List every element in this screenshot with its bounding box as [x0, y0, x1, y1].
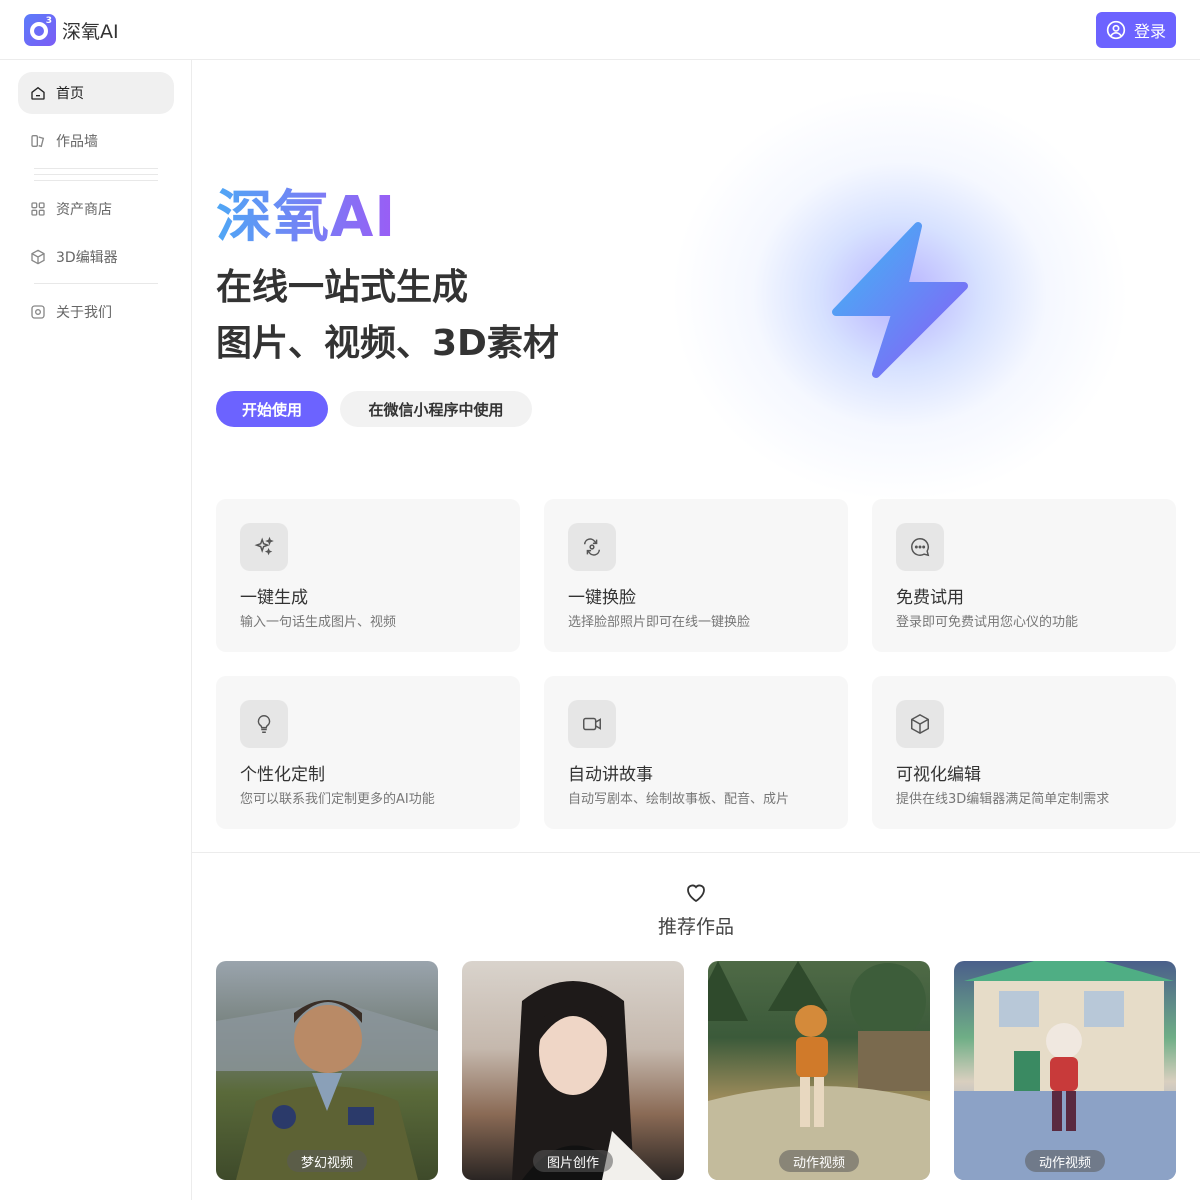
- work-card[interactable]: 动作视频: [954, 961, 1176, 1180]
- sidebar-item-label: 首页: [56, 86, 84, 102]
- login-label: 登录: [1133, 22, 1166, 41]
- feature-card-generate[interactable]: 一键生成 输入一句话生成图片、视频: [216, 499, 520, 652]
- work-thumbnail: [512, 981, 662, 1180]
- brand-logo[interactable]: 3 深氧AI: [24, 14, 119, 46]
- section-divider: [192, 852, 1200, 853]
- sidebar-item-label: 3D编辑器: [56, 250, 118, 266]
- feature-title: 一键生成: [240, 588, 308, 608]
- login-button[interactable]: 登录: [1096, 12, 1176, 48]
- feature-desc: 选择脸部照片即可在线一键换脸: [568, 615, 751, 630]
- sidebar-item-home[interactable]: 首页: [18, 72, 174, 114]
- work-card[interactable]: 梦幻视频: [216, 961, 438, 1180]
- wechat-miniprogram-button[interactable]: 在微信小程序中使用: [340, 391, 532, 427]
- work-card[interactable]: 动作视频: [708, 961, 930, 1180]
- work-tag: 动作视频: [1024, 1150, 1106, 1172]
- heart-icon: [687, 884, 705, 903]
- feature-title: 个性化定制: [240, 765, 325, 785]
- sidebar-item-label: 作品墙: [56, 134, 98, 150]
- feature-title: 一键换脸: [568, 588, 636, 608]
- feature-desc: 您可以联系我们定制更多的AI功能: [240, 792, 435, 807]
- feature-card-free-trial[interactable]: 免费试用 登录即可免费试用您心仪的功能: [872, 499, 1176, 652]
- recommended-title: 推荐作品: [657, 916, 734, 938]
- feature-card-customize[interactable]: 个性化定制 您可以联系我们定制更多的AI功能: [216, 676, 520, 829]
- work-tag: 动作视频: [778, 1150, 860, 1172]
- lightbulb-icon: [240, 700, 288, 748]
- chat-icon: [896, 523, 944, 571]
- feature-desc: 提供在线3D编辑器满足简单定制需求: [896, 792, 1110, 807]
- gallery-icon: [31, 135, 45, 148]
- feature-title: 免费试用: [896, 588, 964, 608]
- grid-icon: [31, 202, 45, 216]
- user-circle-icon: [1106, 20, 1126, 40]
- feature-card-faceswap[interactable]: 一键换脸 选择脸部照片即可在线一键换脸: [544, 499, 848, 652]
- feature-title: 自动讲故事: [568, 765, 653, 785]
- hero-title: 深氧AI: [216, 172, 396, 253]
- swap-icon: [568, 523, 616, 571]
- feature-desc: 登录即可免费试用您心仪的功能: [896, 615, 1079, 630]
- sidebar-item-3d-editor[interactable]: 3D编辑器: [18, 236, 174, 278]
- hero-headline-1: 在线一站式生成: [216, 267, 469, 308]
- cube-icon: [896, 700, 944, 748]
- work-tag: 图片创作: [532, 1150, 614, 1172]
- sidebar-item-label: 关于我们: [56, 305, 112, 321]
- home-icon: [31, 86, 45, 100]
- hero-headline-2: 图片、视频、3D素材: [216, 323, 559, 364]
- feature-desc: 自动写剧本、绘制故事板、配音、成片: [568, 792, 790, 807]
- sidebar-divider: [34, 168, 158, 169]
- feature-title: 可视化编辑: [896, 765, 981, 785]
- work-tag: 梦幻视频: [286, 1150, 368, 1172]
- sidebar-divider: [34, 180, 158, 181]
- work-thumbnail: [954, 961, 1176, 1180]
- work-thumbnail: [216, 1000, 438, 1180]
- cube-icon: [31, 249, 45, 265]
- sidebar-item-label: 资产商店: [56, 202, 112, 218]
- feature-desc: 输入一句话生成图片、视频: [240, 615, 397, 630]
- logo-icon: 3: [24, 14, 56, 46]
- sidebar: 首页 作品墙 资产商店 3D编辑器 关于我们: [0, 60, 192, 1200]
- info-icon: [31, 305, 45, 319]
- sparkles-icon: [240, 523, 288, 571]
- sidebar-item-about[interactable]: 关于我们: [18, 291, 174, 333]
- work-card[interactable]: 图片创作: [462, 961, 684, 1180]
- video-icon: [568, 700, 616, 748]
- sidebar-divider: [34, 283, 158, 284]
- feature-card-visual-editor[interactable]: 可视化编辑 提供在线3D编辑器满足简单定制需求: [872, 676, 1176, 829]
- brand-name: 深氧AI: [62, 20, 119, 43]
- feature-card-storytelling[interactable]: 自动讲故事 自动写剧本、绘制故事板、配音、成片: [544, 676, 848, 829]
- lightning-icon: [832, 222, 968, 378]
- sidebar-item-asset-store[interactable]: 资产商店: [18, 188, 174, 230]
- top-header: 3 深氧AI 登录: [0, 0, 1200, 60]
- start-button[interactable]: 开始使用: [216, 391, 328, 427]
- sidebar-divider: [34, 174, 158, 175]
- sidebar-item-gallery[interactable]: 作品墙: [18, 120, 174, 162]
- work-thumbnail: [708, 961, 930, 1180]
